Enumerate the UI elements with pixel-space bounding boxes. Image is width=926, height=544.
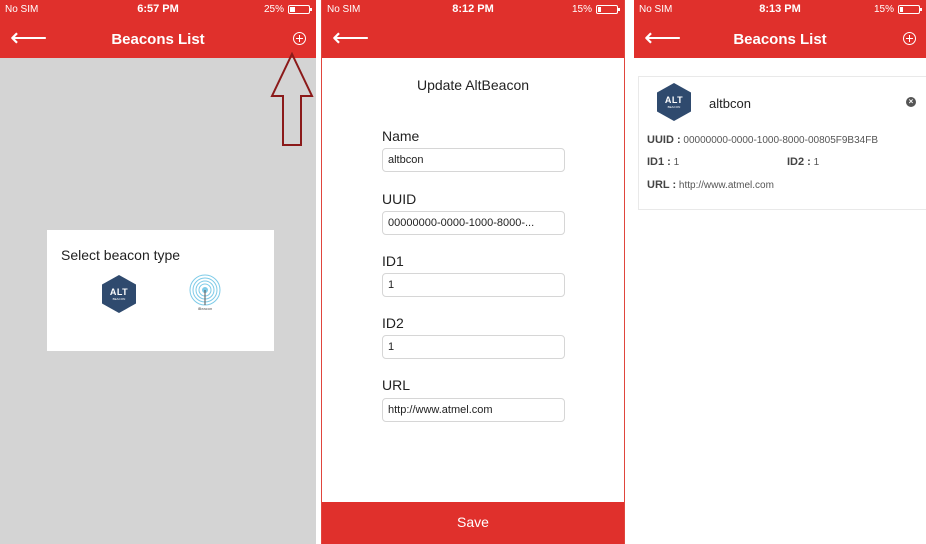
url-key: URL : [647, 179, 677, 191]
uuid-row: UUID : 00000000-0000-1000-8000-00805F9B3… [647, 134, 878, 146]
uuid-field[interactable]: 00000000-0000-1000-8000-... [382, 211, 565, 235]
url-row: URL : http://www.atmel.com [647, 179, 774, 191]
status-bar: No SIM 8:12 PM 15% [322, 0, 624, 18]
id1-field[interactable]: 1 [382, 273, 565, 297]
id1-value: 1 [673, 157, 680, 168]
form-title: Update AltBeacon [416, 77, 530, 93]
url-value: http://www.atmel.com [678, 180, 774, 191]
url-label: URL [382, 377, 411, 393]
id2-key: ID2 : [787, 156, 811, 168]
screen-beacons-list-empty: No SIM 6:57 PM 25% ⟵ Beacons List Select… [0, 0, 316, 544]
battery-percent: 25% [263, 4, 284, 15]
id1-key: ID1 : [647, 156, 671, 168]
nav-bar: ⟵ Beacons List [0, 18, 316, 58]
beacon-name: altbcon [709, 96, 751, 111]
back-arrow-icon[interactable]: ⟵ [332, 24, 369, 50]
nav-bar: ⟵ [322, 18, 624, 58]
ibeacon-option-icon[interactable]: iBeacon [185, 272, 225, 316]
add-beacon-icon[interactable] [293, 32, 306, 45]
annotation-up-arrow-icon [270, 52, 314, 146]
battery-percent: 15% [873, 4, 894, 15]
add-beacon-icon[interactable] [903, 32, 916, 45]
beacon-list-item[interactable]: ALT BEACON altbcon × UUID : 00000000-000… [638, 76, 926, 210]
select-beacon-type-dialog: Select beacon type ALT BEACON iBeacon [47, 230, 274, 351]
url-field[interactable]: http://www.atmel.com [382, 398, 565, 422]
name-field[interactable]: altbcon [382, 148, 565, 172]
battery-icon [288, 5, 312, 14]
id1-label: ID1 [382, 253, 404, 269]
alt-logo-main: ALT [109, 287, 129, 297]
id2-label: ID2 [382, 315, 404, 331]
status-bar: No SIM 6:57 PM 25% [0, 0, 316, 18]
ibeacon-label: iBeacon [197, 306, 213, 311]
id2-row: ID2 : 1 [787, 156, 819, 168]
name-label: Name [382, 128, 420, 144]
dialog-title: Select beacon type [61, 247, 181, 263]
nav-title: Beacons List [111, 31, 205, 48]
alt-logo-sub: BEACON [667, 105, 681, 109]
uuid-key: UUID : [647, 134, 681, 146]
remove-beacon-icon[interactable]: × [906, 97, 916, 107]
screen-beacons-list-populated: No SIM 8:13 PM 15% ⟵ Beacons List ALT BE… [634, 0, 926, 544]
id1-row: ID1 : 1 [647, 156, 679, 168]
screen-update-altbeacon: No SIM 8:12 PM 15% ⟵ Update AltBeacon Na… [321, 0, 625, 544]
battery-icon [596, 5, 620, 14]
battery-percent: 15% [571, 4, 592, 15]
uuid-label: UUID [382, 191, 417, 207]
nav-title: Beacons List [733, 31, 827, 48]
id2-value: 1 [813, 157, 820, 168]
id2-field[interactable]: 1 [382, 335, 565, 359]
alt-logo-sub: BEACON [112, 297, 126, 301]
status-bar: No SIM 8:13 PM 15% [634, 0, 926, 18]
save-button[interactable]: Save [322, 502, 624, 544]
nav-bar: ⟵ Beacons List [634, 18, 926, 58]
uuid-value: 00000000-0000-1000-8000-00805F9B34FB [683, 135, 878, 146]
altbeacon-option-icon[interactable]: ALT BEACON [102, 275, 136, 313]
altbeacon-logo-icon: ALT BEACON [657, 83, 691, 121]
battery-icon [898, 5, 922, 14]
alt-logo-main: ALT [664, 95, 684, 105]
